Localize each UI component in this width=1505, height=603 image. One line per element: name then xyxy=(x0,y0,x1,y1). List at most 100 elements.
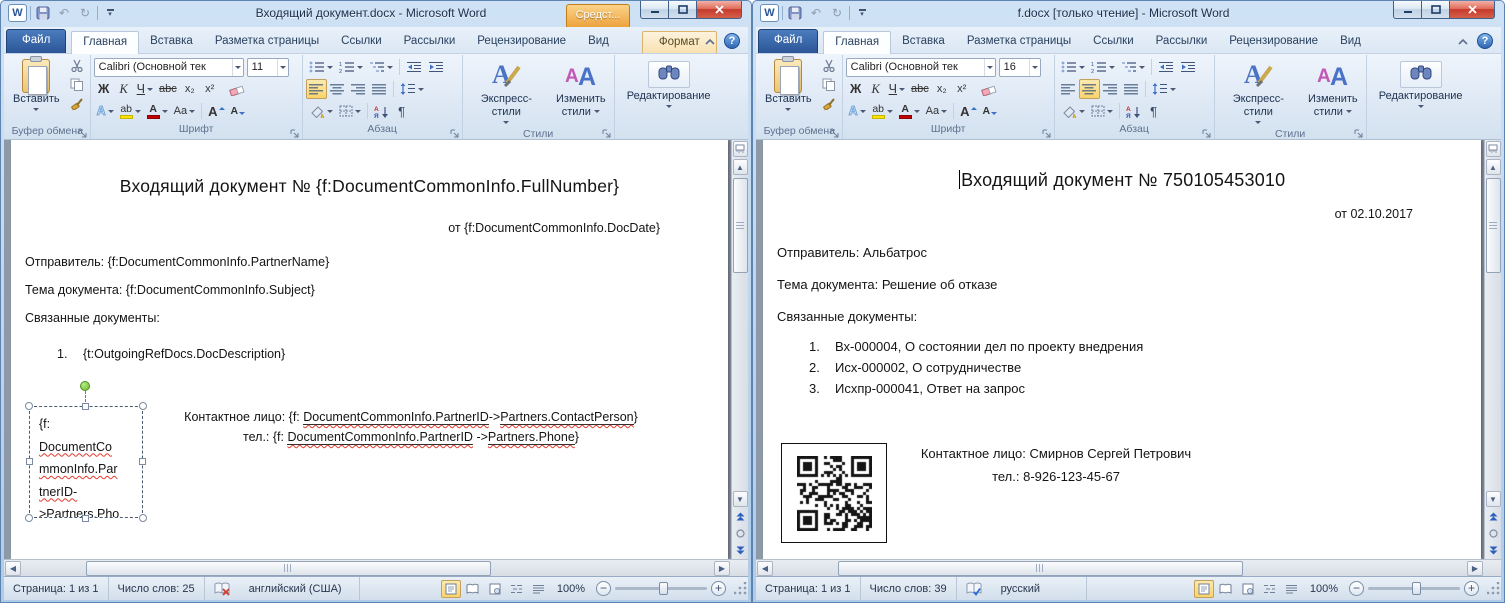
scrollbar-thumb[interactable] xyxy=(733,178,748,273)
view-web-layout-button[interactable] xyxy=(1238,580,1258,598)
editing-button[interactable]: Редактирование xyxy=(622,56,716,111)
zoom-level[interactable]: 100% xyxy=(1303,583,1345,595)
zoom-slider[interactable] xyxy=(615,587,707,590)
resize-grip[interactable] xyxy=(734,582,748,596)
title-bar[interactable]: W ↶ ↻ ▾ f.docx [только чтение] - Microso… xyxy=(756,1,1501,27)
subscript-button[interactable]: x₂ xyxy=(932,79,952,99)
doc-title[interactable]: Входящий документ № 750105453010 xyxy=(763,140,1481,191)
select-browse-object-button[interactable] xyxy=(733,526,748,541)
scrollbar-track[interactable] xyxy=(1486,176,1501,490)
zoom-out-button[interactable]: − xyxy=(1349,581,1364,596)
select-browse-object-button[interactable] xyxy=(1486,526,1501,541)
resize-handle[interactable] xyxy=(26,458,33,465)
resize-handle[interactable] xyxy=(139,514,147,522)
scroll-right-button[interactable]: ▶ xyxy=(1467,561,1483,576)
dialog-launcher-icon[interactable] xyxy=(78,126,88,136)
decrease-indent-button[interactable] xyxy=(403,57,425,77)
scroll-down-button[interactable]: ▼ xyxy=(733,491,748,507)
font-size-combo[interactable]: 11 xyxy=(247,58,289,77)
resize-handle[interactable] xyxy=(25,514,33,522)
redo-button[interactable]: ↻ xyxy=(828,5,846,22)
selected-text-box[interactable]: {f: DocumentCo mmonInfo.Par tnerID- >Par… xyxy=(29,406,143,518)
zoom-slider[interactable] xyxy=(1368,587,1460,590)
tab-mailings[interactable]: Рассылки xyxy=(393,31,467,53)
status-page-indicator[interactable]: Страница: 1 из 1 xyxy=(756,577,861,600)
dialog-launcher-icon[interactable] xyxy=(602,126,612,136)
text-effects-button[interactable]: А xyxy=(94,101,117,121)
vertical-scrollbar[interactable]: ▲ ▼ xyxy=(731,140,748,559)
align-right-button[interactable] xyxy=(1100,79,1121,99)
grow-font-button[interactable]: А xyxy=(205,101,227,121)
scroll-left-button[interactable]: ◀ xyxy=(757,561,773,576)
document-page[interactable]: Входящий документ № 750105453010 от 02.1… xyxy=(763,140,1481,559)
font-color-button[interactable]: А xyxy=(896,101,923,121)
show-formatting-marks-button[interactable]: ¶ xyxy=(1144,101,1164,121)
multilevel-list-button[interactable] xyxy=(1118,57,1148,77)
view-outline-button[interactable] xyxy=(1260,580,1280,598)
italic-button[interactable]: К xyxy=(114,79,134,99)
sort-button[interactable]: АЯ xyxy=(1123,101,1144,121)
cut-button[interactable] xyxy=(819,56,839,75)
scrollbar-thumb[interactable] xyxy=(838,561,1243,576)
scrollbar-thumb[interactable] xyxy=(1486,178,1501,273)
tab-review[interactable]: Рецензирование xyxy=(1218,31,1329,53)
zoom-slider-thumb[interactable] xyxy=(659,582,668,595)
dialog-launcher-icon[interactable] xyxy=(1202,126,1212,136)
zoom-slider-thumb[interactable] xyxy=(1412,582,1421,595)
increase-indent-button[interactable] xyxy=(425,57,447,77)
change-styles-button[interactable]: АA Изменить стили xyxy=(1303,56,1363,119)
close-button[interactable] xyxy=(1450,1,1495,19)
word-app-icon[interactable]: W xyxy=(760,4,779,22)
bold-button[interactable]: Ж xyxy=(94,79,114,99)
shading-button[interactable] xyxy=(1058,101,1088,121)
bold-button[interactable]: Ж xyxy=(846,79,866,99)
ruler-toggle-button[interactable] xyxy=(1486,141,1501,157)
justify-button[interactable] xyxy=(369,79,390,99)
font-size-combo[interactable]: 16 xyxy=(999,58,1041,77)
dialog-launcher-icon[interactable] xyxy=(1354,126,1364,136)
maximize-button[interactable] xyxy=(669,1,697,19)
view-print-layout-button[interactable] xyxy=(1194,580,1214,598)
numbering-button[interactable]: 12 xyxy=(1088,57,1118,77)
contact-block[interactable]: Контактное лицо: {f: DocumentCommonInfo.… xyxy=(146,410,676,444)
shading-button[interactable] xyxy=(306,101,336,121)
sort-button[interactable]: АЯ xyxy=(371,101,392,121)
multilevel-list-button[interactable] xyxy=(366,57,396,77)
view-outline-button[interactable] xyxy=(507,580,527,598)
highlight-button[interactable]: ab xyxy=(117,101,144,121)
shrink-font-button[interactable]: А xyxy=(228,101,249,121)
clear-formatting-button[interactable] xyxy=(978,79,1001,99)
view-print-layout-button[interactable] xyxy=(441,580,461,598)
tab-mailings[interactable]: Рассылки xyxy=(1145,31,1219,53)
maximize-button[interactable] xyxy=(1422,1,1450,19)
undo-button[interactable]: ↶ xyxy=(55,5,73,22)
editing-button[interactable]: Редактирование xyxy=(1374,56,1468,111)
status-page-indicator[interactable]: Страница: 1 из 1 xyxy=(4,577,109,600)
zoom-in-button[interactable]: + xyxy=(711,581,726,596)
doc-list-item[interactable]: 1.Вх-000004, О состоянии дел по проекту … xyxy=(763,339,1481,354)
close-button[interactable] xyxy=(697,1,742,19)
tab-file[interactable]: Файл xyxy=(758,29,818,53)
dialog-launcher-icon[interactable] xyxy=(1042,126,1052,136)
save-button[interactable] xyxy=(786,5,804,22)
resize-handle[interactable] xyxy=(82,515,89,522)
resize-handle[interactable] xyxy=(139,458,146,465)
shrink-font-button[interactable]: А xyxy=(980,101,1001,121)
quick-styles-button[interactable]: A Экспресс-стили xyxy=(466,56,547,127)
customize-qat-button[interactable]: ▾ xyxy=(853,5,871,22)
qr-code-frame[interactable] xyxy=(781,443,887,543)
tab-insert[interactable]: Вставка xyxy=(139,31,204,53)
decrease-indent-button[interactable] xyxy=(1155,57,1177,77)
dialog-launcher-icon[interactable] xyxy=(290,126,300,136)
resize-handle[interactable] xyxy=(82,403,89,410)
scrollbar-track[interactable] xyxy=(733,176,748,490)
doc-sender-line[interactable]: Отправитель: Альбатрос xyxy=(763,245,1481,260)
scroll-up-button[interactable]: ▲ xyxy=(733,159,748,175)
doc-subject-line[interactable]: Тема документа: Решение об отказе xyxy=(763,277,1481,292)
customize-qat-button[interactable]: ▾ xyxy=(101,5,119,22)
align-right-button[interactable] xyxy=(348,79,369,99)
view-web-layout-button[interactable] xyxy=(485,580,505,598)
change-case-button[interactable]: Aa xyxy=(171,101,198,121)
redo-button[interactable]: ↻ xyxy=(76,5,94,22)
borders-button[interactable] xyxy=(336,101,364,121)
